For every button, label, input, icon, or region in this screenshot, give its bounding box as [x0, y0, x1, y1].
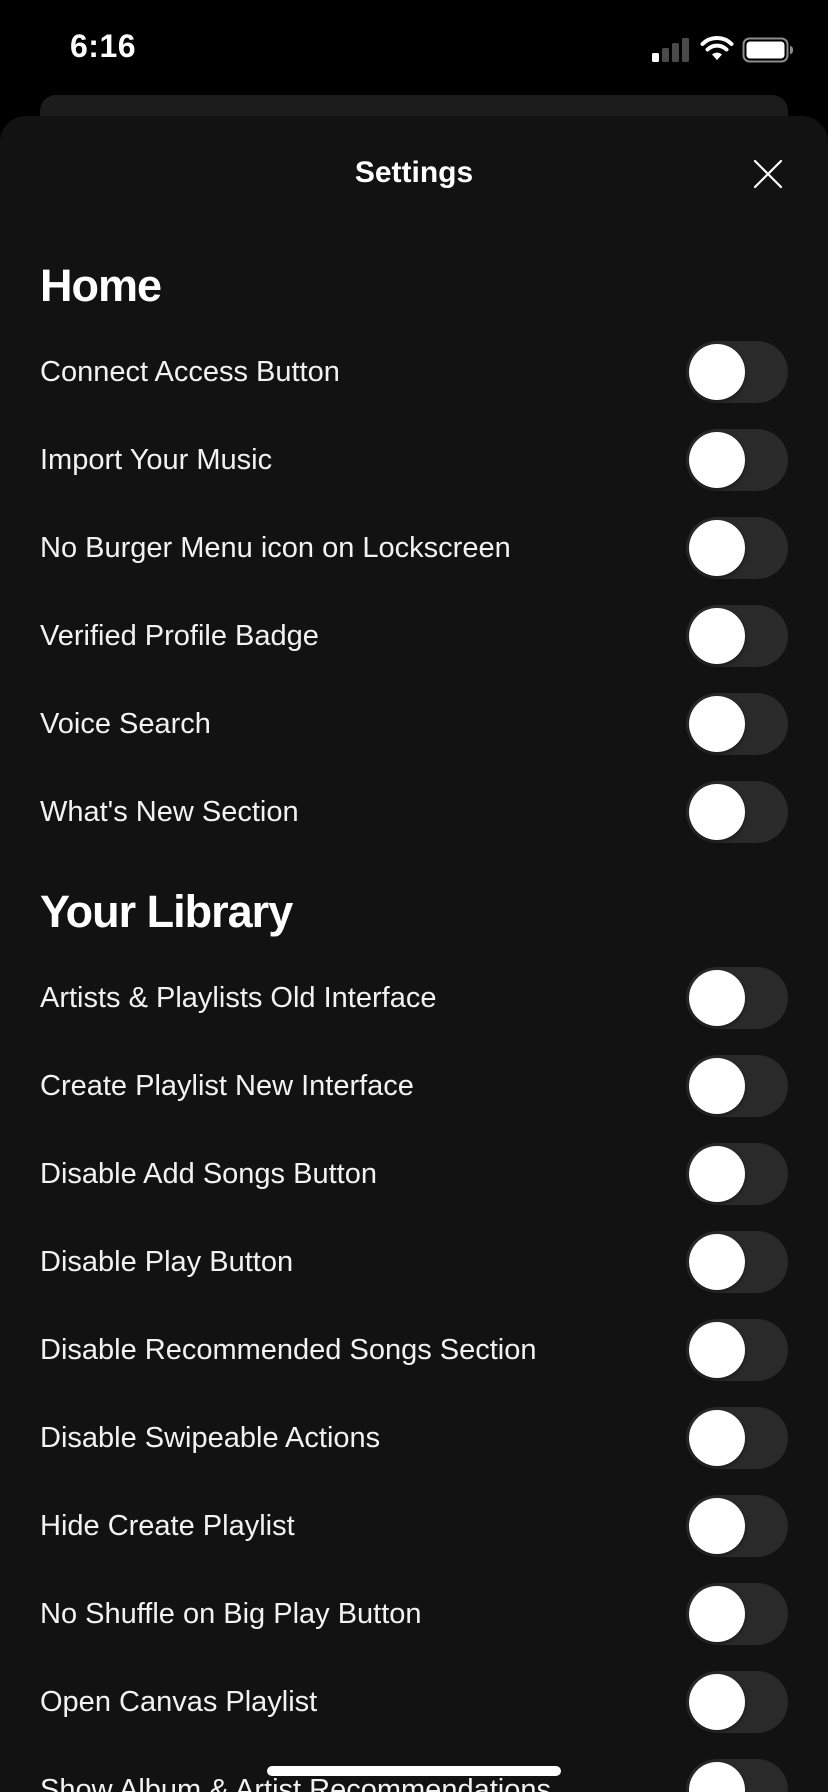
toggle-knob: [689, 608, 745, 664]
setting-toggle[interactable]: [686, 517, 788, 579]
setting-toggle[interactable]: [686, 1231, 788, 1293]
setting-row: Verified Profile Badge: [0, 592, 828, 680]
toggle-knob: [689, 1410, 745, 1466]
home-indicator[interactable]: [267, 1766, 561, 1776]
setting-label: Voice Search: [40, 708, 211, 740]
setting-label: Disable Add Songs Button: [40, 1158, 377, 1190]
setting-toggle[interactable]: [686, 1759, 788, 1792]
cell-signal-icon: [652, 38, 692, 62]
toggle-knob: [689, 1674, 745, 1730]
setting-label: Verified Profile Badge: [40, 620, 319, 652]
settings-screen: 6:16 Settings Home Connect Access Button…: [0, 0, 828, 1792]
setting-toggle[interactable]: [686, 1319, 788, 1381]
setting-label: Artists & Playlists Old Interface: [40, 982, 437, 1014]
setting-row: Import Your Music: [0, 416, 828, 504]
setting-row: No Burger Menu icon on Lockscreen: [0, 504, 828, 592]
setting-row: Artists & Playlists Old Interface: [0, 954, 828, 1042]
toggle-knob: [689, 696, 745, 752]
setting-label: Connect Access Button: [40, 356, 340, 388]
setting-toggle[interactable]: [686, 341, 788, 403]
settings-sheet: Settings Home Connect Access Button Impo…: [0, 116, 828, 1792]
toggle-knob: [689, 1762, 745, 1792]
toggle-knob: [689, 1498, 745, 1554]
setting-toggle[interactable]: [686, 1671, 788, 1733]
setting-toggle[interactable]: [686, 1407, 788, 1469]
setting-toggle[interactable]: [686, 429, 788, 491]
toggle-knob: [689, 1058, 745, 1114]
setting-toggle[interactable]: [686, 967, 788, 1029]
setting-row: Connect Access Button: [0, 328, 828, 416]
setting-row: No Shuffle on Big Play Button: [0, 1570, 828, 1658]
setting-label: Disable Recommended Songs Section: [40, 1334, 537, 1366]
setting-toggle[interactable]: [686, 1583, 788, 1645]
section-title-your-library: Your Library: [40, 886, 293, 937]
status-time: 6:16: [70, 28, 137, 64]
setting-row: Open Canvas Playlist: [0, 1658, 828, 1746]
setting-row: Disable Play Button: [0, 1218, 828, 1306]
setting-label: Import Your Music: [40, 444, 273, 476]
toggle-knob: [689, 520, 745, 576]
toggle-knob: [689, 344, 745, 400]
status-bar: 6:16: [0, 0, 828, 100]
setting-row: Voice Search: [0, 680, 828, 768]
setting-label: Disable Swipeable Actions: [40, 1422, 381, 1454]
setting-row: Disable Swipeable Actions: [0, 1394, 828, 1482]
setting-row: Hide Create Playlist: [0, 1482, 828, 1570]
setting-label: What's New Section: [40, 796, 299, 828]
toggle-knob: [689, 1586, 745, 1642]
toggle-knob: [689, 1322, 745, 1378]
setting-label: Create Playlist New Interface: [40, 1070, 414, 1102]
setting-toggle[interactable]: [686, 605, 788, 667]
toggle-knob: [689, 1234, 745, 1290]
close-icon[interactable]: [746, 152, 790, 196]
setting-row: Disable Add Songs Button: [0, 1130, 828, 1218]
setting-toggle[interactable]: [686, 1495, 788, 1557]
setting-label: Open Canvas Playlist: [40, 1686, 318, 1718]
setting-row: Create Playlist New Interface: [0, 1042, 828, 1130]
toggle-knob: [689, 784, 745, 840]
sheet-title: Settings: [354, 156, 474, 189]
setting-label: No Burger Menu icon on Lockscreen: [40, 532, 511, 564]
setting-toggle[interactable]: [686, 1143, 788, 1205]
section-title-home: Home: [40, 260, 162, 311]
sheet-header: Settings: [0, 116, 828, 226]
setting-toggle[interactable]: [686, 1055, 788, 1117]
wifi-icon: [700, 36, 734, 60]
setting-label: Disable Play Button: [40, 1246, 294, 1278]
battery-icon: [742, 37, 793, 63]
setting-row: Disable Recommended Songs Section: [0, 1306, 828, 1394]
setting-label: Hide Create Playlist: [40, 1510, 295, 1542]
setting-label: No Shuffle on Big Play Button: [40, 1598, 422, 1630]
setting-toggle[interactable]: [686, 693, 788, 755]
setting-row: What's New Section: [0, 768, 828, 856]
toggle-knob: [689, 1146, 745, 1202]
setting-toggle[interactable]: [686, 781, 788, 843]
toggle-knob: [689, 432, 745, 488]
toggle-knob: [689, 970, 745, 1026]
